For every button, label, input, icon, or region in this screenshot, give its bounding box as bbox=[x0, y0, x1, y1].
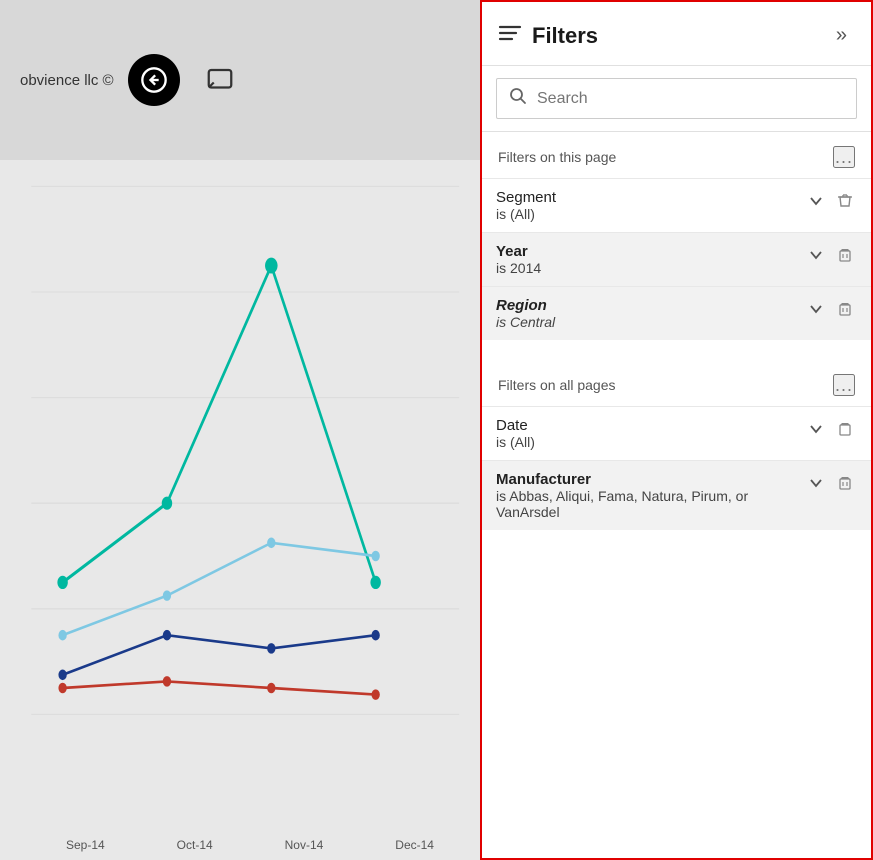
manufacturer-filter-text: Manufacturer is Abbas, Aliqui, Fama, Nat… bbox=[496, 471, 805, 520]
year-filter-value: is 2014 bbox=[496, 260, 805, 276]
x-label-oct: Oct-14 bbox=[177, 838, 213, 852]
filters-on-page-header: Filters on this page ... bbox=[482, 132, 871, 178]
region-filter-value: is Central bbox=[496, 314, 805, 330]
filters-panel: Filters » Filters on this page ... Segme… bbox=[480, 0, 873, 860]
region-filter-text: Region is Central bbox=[496, 297, 805, 330]
date-clear-button[interactable] bbox=[833, 419, 857, 439]
date-filter: Date is (All) bbox=[482, 406, 871, 460]
date-filter-name: Date bbox=[496, 417, 805, 434]
x-axis: Sep-14 Oct-14 Nov-14 Dec-14 bbox=[30, 838, 470, 852]
year-chevron-button[interactable] bbox=[805, 246, 827, 264]
manufacturer-filter-controls bbox=[805, 473, 857, 493]
date-filter-text: Date is (All) bbox=[496, 417, 805, 450]
search-icon bbox=[509, 87, 527, 110]
year-filter-row: Year is 2014 bbox=[496, 243, 857, 276]
filters-header: Filters » bbox=[482, 2, 871, 66]
year-filter-text: Year is 2014 bbox=[496, 243, 805, 276]
year-filter-controls bbox=[805, 245, 857, 265]
year-clear-button[interactable] bbox=[833, 245, 857, 265]
manufacturer-filter-row: Manufacturer is Abbas, Aliqui, Fama, Nat… bbox=[496, 471, 857, 520]
segment-filter-row: Segment is (All) bbox=[496, 189, 857, 222]
collapse-filters-button[interactable]: » bbox=[828, 20, 855, 51]
segment-filter-text: Segment is (All) bbox=[496, 189, 805, 222]
filter-icon bbox=[498, 23, 522, 48]
region-filter-name: Region bbox=[496, 297, 805, 314]
manufacturer-chevron-button[interactable] bbox=[805, 474, 827, 492]
filters-on-page-label: Filters on this page bbox=[498, 149, 616, 165]
date-filter-row: Date is (All) bbox=[496, 417, 857, 450]
left-panel: obvience llc © bbox=[0, 0, 480, 860]
region-filter-row: Region is Central bbox=[496, 297, 857, 330]
filters-title: Filters bbox=[532, 23, 598, 49]
year-filter-name: Year bbox=[496, 243, 805, 260]
manufacturer-filter: Manufacturer is Abbas, Aliqui, Fama, Nat… bbox=[482, 460, 871, 530]
brand-text: obvience llc © bbox=[20, 72, 114, 89]
x-label-sep: Sep-14 bbox=[66, 838, 105, 852]
manufacturer-filter-name: Manufacturer bbox=[496, 471, 805, 488]
search-input[interactable] bbox=[537, 90, 844, 108]
segment-chevron-button[interactable] bbox=[805, 192, 827, 210]
year-filter: Year is 2014 bbox=[482, 232, 871, 286]
segment-filter-name: Segment bbox=[496, 189, 805, 206]
segment-filter-value: is (All) bbox=[496, 206, 805, 222]
filters-all-pages-header: Filters on all pages ... bbox=[482, 360, 871, 406]
chart-area bbox=[0, 160, 480, 820]
manufacturer-filter-value: is Abbas, Aliqui, Fama, Natura, Pirum, o… bbox=[496, 488, 805, 520]
region-chevron-button[interactable] bbox=[805, 300, 827, 318]
filters-title-group: Filters bbox=[498, 23, 598, 49]
date-filter-value: is (All) bbox=[496, 434, 805, 450]
search-container bbox=[482, 66, 871, 132]
manufacturer-clear-button[interactable] bbox=[833, 473, 857, 493]
search-box[interactable] bbox=[496, 78, 857, 119]
top-section: obvience llc © bbox=[0, 0, 480, 160]
region-filter: Region is Central bbox=[482, 286, 871, 340]
date-filter-controls bbox=[805, 419, 857, 439]
filters-all-pages-label: Filters on all pages bbox=[498, 377, 616, 393]
filters-on-page-more-button[interactable]: ... bbox=[833, 146, 855, 168]
spacer bbox=[482, 340, 871, 360]
x-label-nov: Nov-14 bbox=[285, 838, 324, 852]
segment-filter-controls bbox=[805, 191, 857, 211]
back-button[interactable] bbox=[128, 54, 180, 106]
x-label-dec: Dec-14 bbox=[395, 838, 434, 852]
chat-button[interactable] bbox=[194, 54, 246, 106]
segment-clear-button[interactable] bbox=[833, 191, 857, 211]
filters-all-pages-more-button[interactable]: ... bbox=[833, 374, 855, 396]
date-chevron-button[interactable] bbox=[805, 420, 827, 438]
region-filter-controls bbox=[805, 299, 857, 319]
segment-filter: Segment is (All) bbox=[482, 178, 871, 232]
region-clear-button[interactable] bbox=[833, 299, 857, 319]
